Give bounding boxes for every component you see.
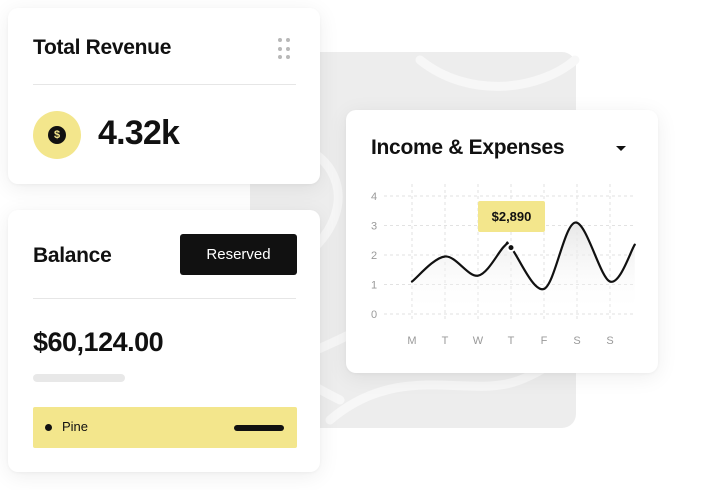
divider	[33, 84, 296, 85]
total-revenue-card: Total Revenue $ 4.32k	[8, 8, 320, 184]
y-tick-label: 3	[371, 221, 377, 233]
balance-card: Balance Reserved $60,124.00 Pine	[8, 210, 320, 472]
balance-amount: $60,124.00	[33, 327, 164, 357]
placeholder-bar	[33, 374, 125, 382]
total-revenue-title: Total Revenue	[33, 36, 172, 59]
income-expenses-card: Income & Expenses 01234MTWTFSS $2,890	[346, 110, 658, 373]
balance-title: Balance	[33, 244, 112, 267]
y-tick-label: 4	[371, 191, 377, 203]
x-tick-label: M	[407, 335, 416, 347]
total-revenue-value: 4.32k	[98, 114, 180, 152]
reserved-button[interactable]: Reserved	[180, 234, 297, 275]
y-tick-label: 1	[371, 280, 377, 292]
account-row-pine[interactable]: Pine	[33, 407, 297, 448]
y-tick-label: 2	[371, 250, 377, 262]
divider	[33, 298, 296, 299]
y-tick-label: 0	[371, 309, 377, 321]
highlight-marker-point	[508, 245, 514, 251]
x-tick-label: T	[442, 335, 449, 347]
x-tick-label: T	[508, 335, 515, 347]
x-tick-label: S	[606, 335, 613, 347]
account-indicator-bar	[234, 425, 284, 431]
dollar-coin-icon: $	[33, 111, 81, 159]
coin-symbol: $	[48, 126, 66, 144]
account-label: Pine	[62, 419, 89, 434]
x-tick-label: W	[473, 335, 484, 347]
x-tick-label: F	[541, 335, 548, 347]
income-expenses-chart: 0 1 2 3 4 M T W T F S S	[371, 184, 636, 347]
x-tick-label: S	[573, 335, 580, 347]
drag-handle-icon[interactable]	[278, 38, 290, 60]
bullet-dot-icon	[45, 424, 52, 431]
chart-tooltip: $2,890	[478, 201, 545, 232]
